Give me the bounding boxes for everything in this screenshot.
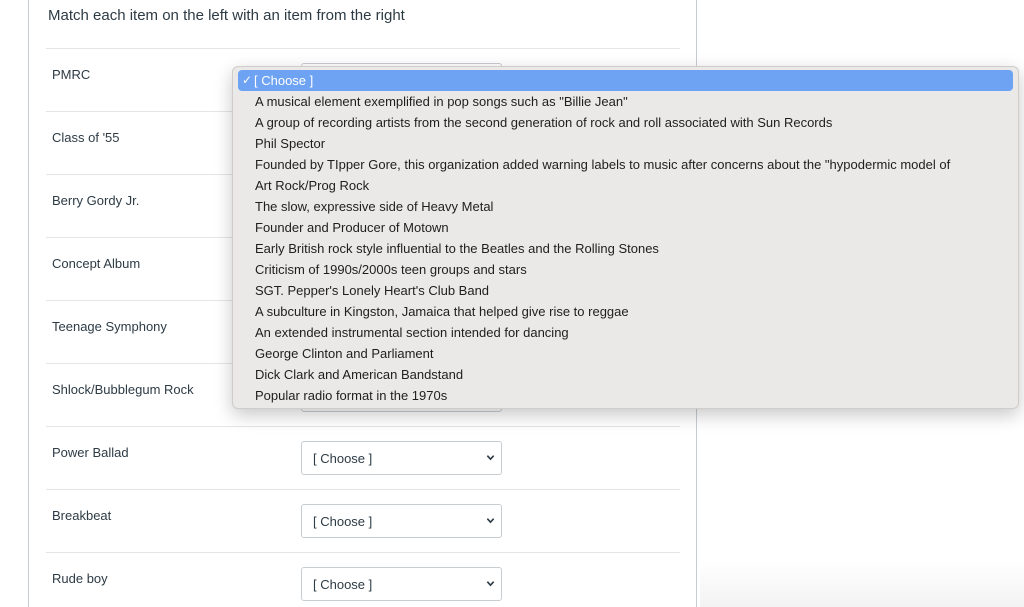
dropdown-option-label: George Clinton and Parliament — [255, 346, 434, 361]
dropdown-option-label: Criticism of 1990s/2000s teen groups and… — [255, 262, 527, 277]
answer-dropdown-menu[interactable]: ✓[ Choose ] A musical element exemplified… — [232, 66, 1019, 409]
dropdown-option-label: An extended instrumental section intende… — [255, 325, 569, 340]
answer-select[interactable]: [ Choose ] — [301, 504, 502, 538]
dropdown-option[interactable]: A musical element exemplified in pop son… — [255, 91, 628, 112]
dropdown-option-label: Phil Spector — [255, 136, 326, 151]
match-item-label: Breakbeat — [52, 508, 112, 523]
dropdown-option-label: Founder and Producer of Motown — [255, 220, 449, 235]
dropdown-option[interactable]: Founder and Producer of Motown — [255, 217, 449, 238]
answer-select[interactable]: [ Choose ] — [301, 567, 502, 601]
bottom-shade — [700, 560, 1024, 607]
checkmark-icon: ✓ — [242, 73, 253, 87]
dropdown-option[interactable]: Phil Spector — [255, 133, 325, 154]
match-row: Breakbeat [ Choose ] — [46, 489, 680, 552]
answer-select-value: [ Choose ] — [313, 514, 373, 529]
dropdown-option-label: The slow, expressive side of Heavy Metal — [255, 199, 494, 214]
dropdown-option[interactable]: Popular radio format in the 1970s — [255, 385, 447, 406]
quiz-page: Match each item on the left with an item… — [0, 0, 1024, 607]
dropdown-option[interactable]: Dick Clark and American Bandstand — [255, 364, 463, 385]
dropdown-option[interactable]: SGT. Pepper's Lonely Heart's Club Band — [255, 280, 489, 301]
dropdown-option[interactable]: The slow, expressive side of Heavy Metal — [255, 196, 493, 217]
dropdown-option-label: Art Rock/Prog Rock — [255, 178, 370, 193]
chevron-down-icon — [486, 455, 495, 461]
chevron-down-icon — [486, 581, 495, 587]
dropdown-option-selected[interactable]: ✓[ Choose ] — [238, 70, 1013, 91]
answer-select-value: [ Choose ] — [313, 577, 373, 592]
match-item-label: Power Ballad — [52, 445, 129, 460]
dropdown-option-label: A subculture in Kingston, Jamaica that h… — [255, 304, 629, 319]
dropdown-option[interactable]: Criticism of 1990s/2000s teen groups and… — [255, 259, 527, 280]
dropdown-option-label: Popular radio format in the 1970s — [255, 388, 448, 403]
match-item-label: Concept Album — [52, 256, 141, 271]
match-item-label: Teenage Symphony — [52, 319, 167, 334]
match-item-label: Berry Gordy Jr. — [52, 193, 140, 208]
dropdown-option[interactable]: Art Rock/Prog Rock — [255, 175, 369, 196]
dropdown-option[interactable]: An extended instrumental section intende… — [255, 322, 569, 343]
dropdown-option-label: A group of recording artists from the se… — [255, 115, 833, 130]
answer-select[interactable]: [ Choose ] — [301, 441, 502, 475]
question-instructions: Match each item on the left with an item… — [48, 7, 405, 24]
chevron-down-icon — [486, 518, 495, 524]
match-row: Rude boy [ Choose ] — [46, 552, 680, 607]
answer-select-value: [ Choose ] — [313, 451, 373, 466]
dropdown-option-label: Early British rock style influential to … — [255, 241, 659, 256]
match-item-label: Rude boy — [52, 571, 108, 586]
dropdown-option[interactable]: A group of recording artists from the se… — [255, 112, 832, 133]
dropdown-option[interactable]: Founded by TIpper Gore, this organizatio… — [255, 154, 950, 175]
match-item-label: Class of '55 — [52, 130, 120, 145]
dropdown-option-label: Founded by TIpper Gore, this organizatio… — [255, 157, 951, 172]
dropdown-option-label: SGT. Pepper's Lonely Heart's Club Band — [255, 283, 490, 298]
dropdown-option[interactable]: A subculture in Kingston, Jamaica that h… — [255, 301, 629, 322]
dropdown-option-label: [ Choose ] — [254, 73, 314, 88]
match-item-label: Shlock/Bubblegum Rock — [52, 382, 194, 397]
dropdown-option-label: A musical element exemplified in pop son… — [255, 94, 628, 109]
dropdown-option[interactable]: Early British rock style influential to … — [255, 238, 659, 259]
dropdown-option[interactable]: George Clinton and Parliament — [255, 343, 434, 364]
match-item-label: PMRC — [52, 67, 91, 82]
dropdown-option-label: Dick Clark and American Bandstand — [255, 367, 464, 382]
match-row: Power Ballad [ Choose ] — [46, 426, 680, 489]
